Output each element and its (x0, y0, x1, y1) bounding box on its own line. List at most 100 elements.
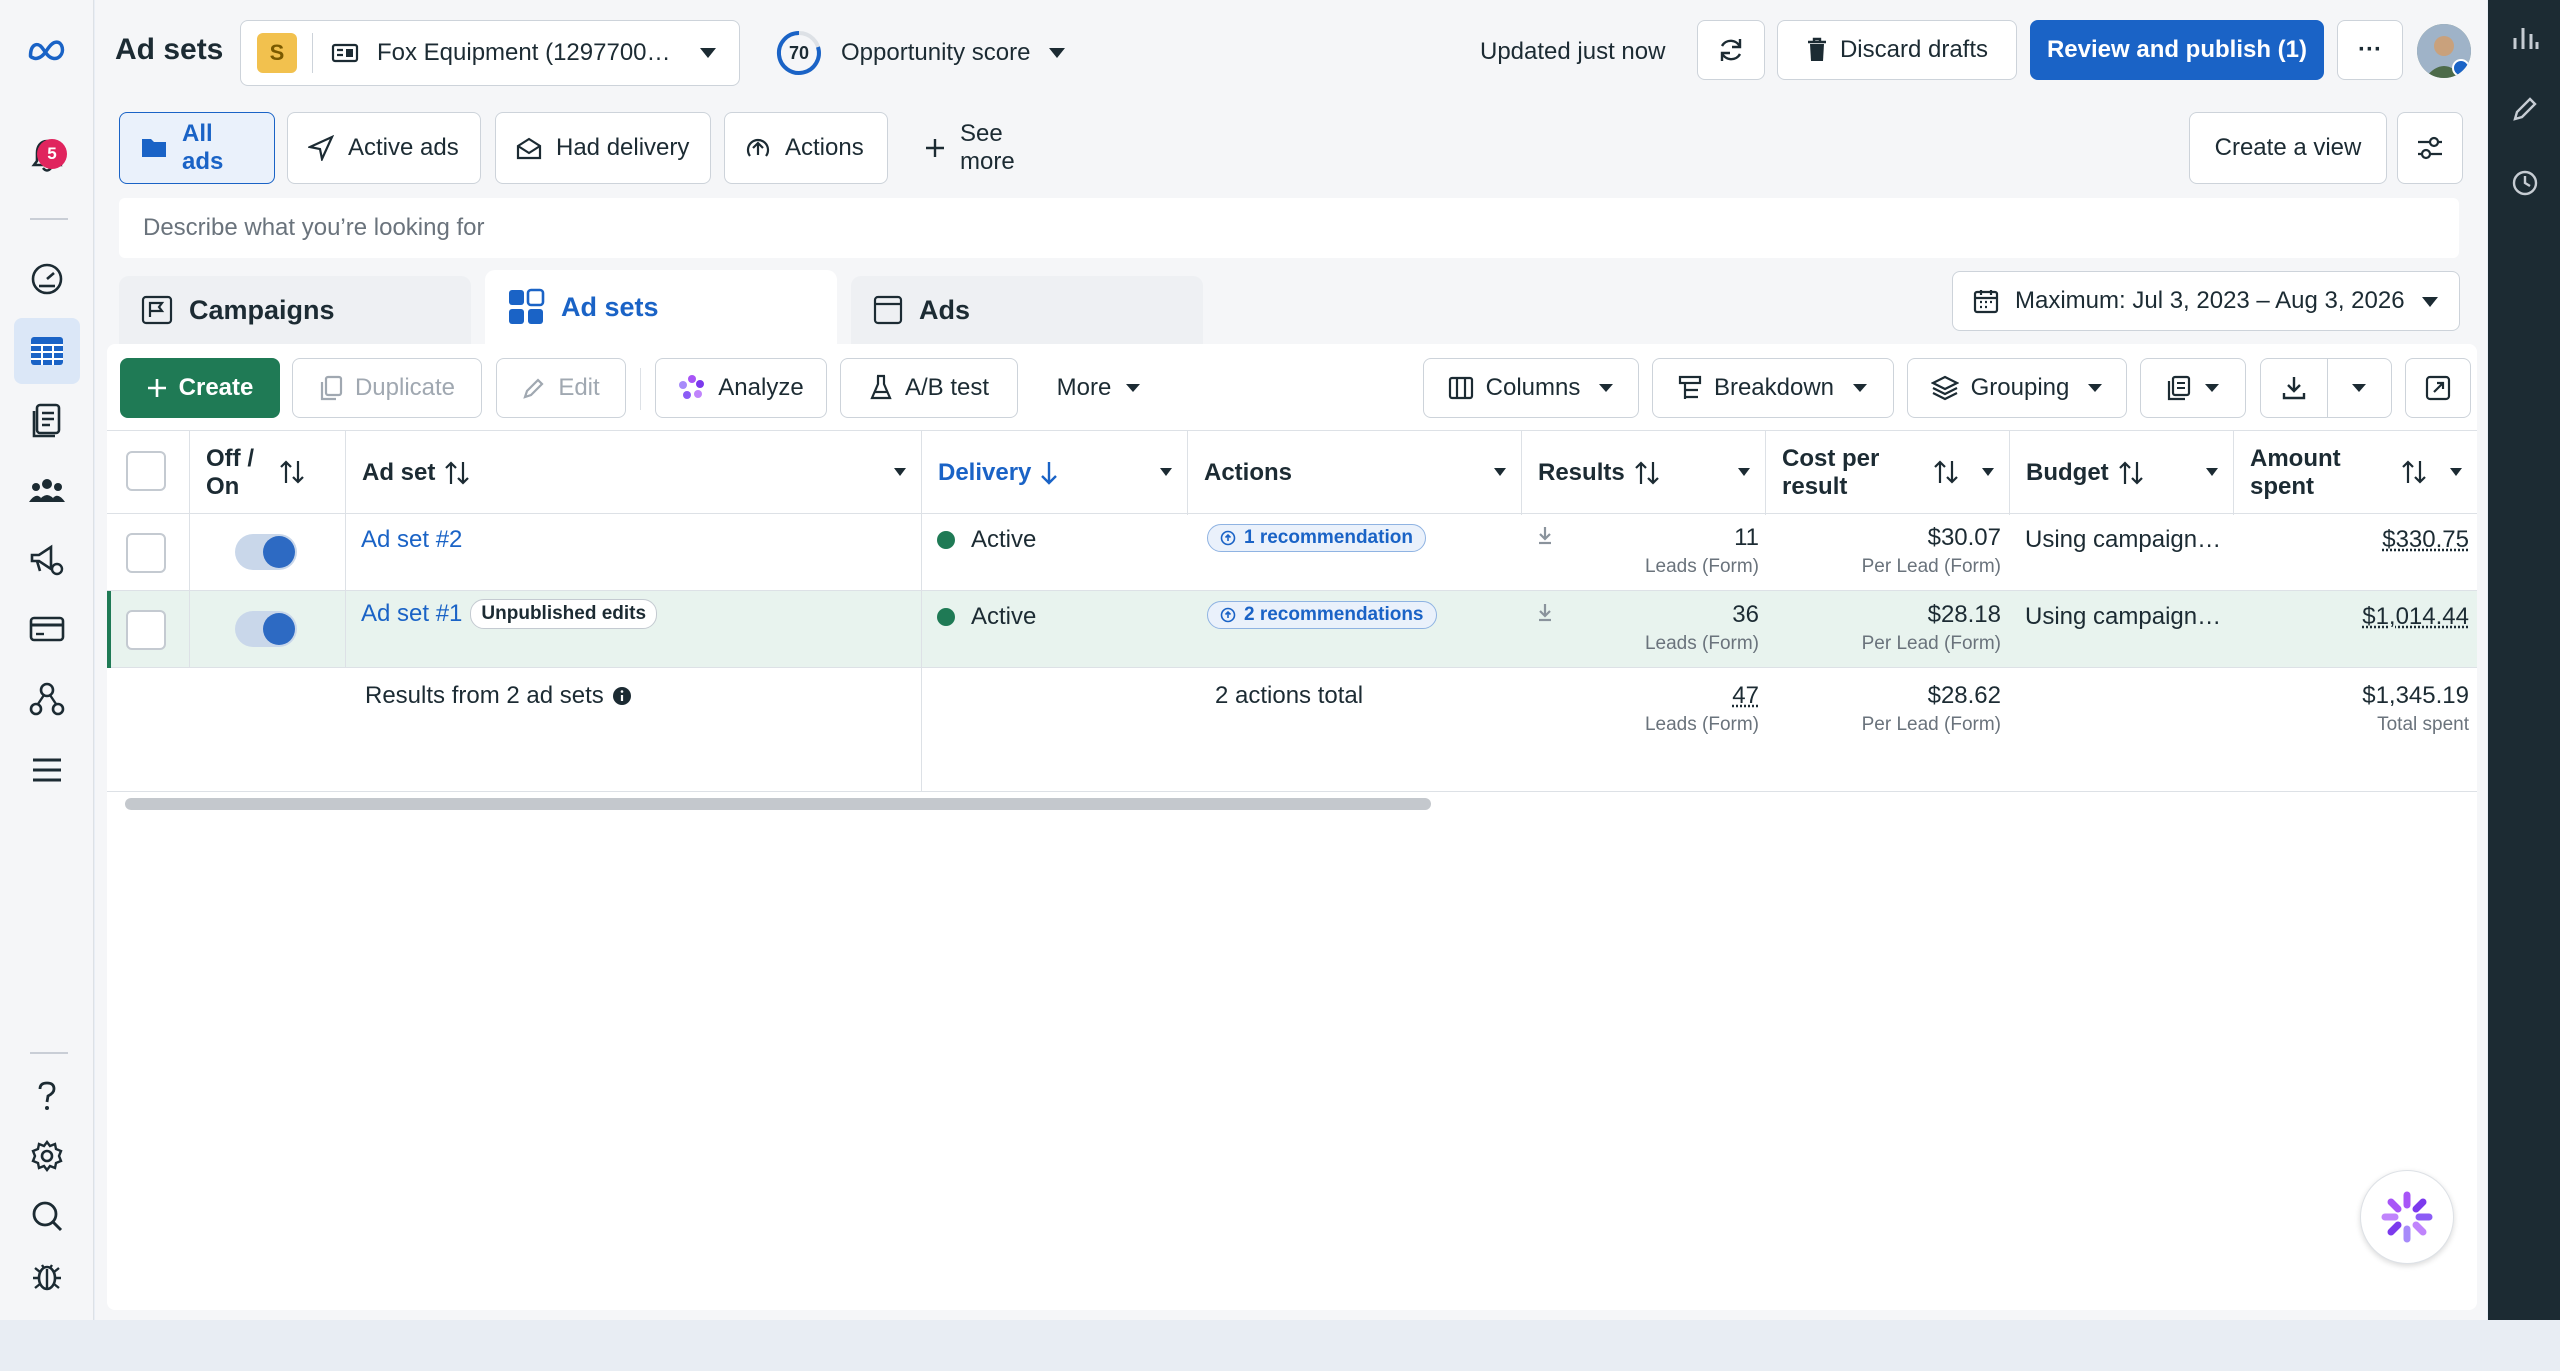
ad-account-selector[interactable]: S Fox Equipment (1297700… (240, 20, 740, 86)
table-row[interactable]: Ad set #1 Unpublished edits Active 2 rec… (107, 591, 2477, 668)
totals-row: Results from 2 ad sets 2 actions total 4… (107, 668, 2477, 792)
meta-logo-icon[interactable] (27, 30, 67, 70)
tab-ads[interactable]: Ads (851, 276, 1203, 344)
budget-value[interactable]: Using campaign… (2025, 526, 2221, 554)
header-amount-spent[interactable]: Amount spent (2233, 431, 2477, 515)
more-options-button[interactable]: ··· (2337, 20, 2403, 80)
recommendation-label: 2 recommendations (1244, 604, 1424, 625)
duplicate-button[interactable]: Duplicate (292, 358, 482, 418)
breakdown-dropdown[interactable]: Breakdown (1652, 358, 1894, 418)
open-in-new-button[interactable] (2405, 358, 2471, 418)
amount-spent-value[interactable]: $1,014.44 (2247, 603, 2469, 631)
create-label: Create (178, 374, 254, 401)
amount-spent-value[interactable]: $330.75 (2247, 526, 2469, 554)
bug-report-icon[interactable] (27, 1256, 67, 1296)
ai-search-input[interactable]: Describe what you’re looking for (119, 198, 2459, 258)
filter-had-delivery[interactable]: Had delivery (495, 112, 711, 184)
left-navigation: 5 (0, 0, 94, 1320)
tab-ad-sets[interactable]: Ad sets (485, 270, 837, 344)
lead-download-icon[interactable] (1537, 603, 1553, 623)
columns-dropdown[interactable]: Columns (1423, 358, 1639, 418)
reports-dropdown[interactable] (2140, 358, 2246, 418)
more-dropdown[interactable]: More (1032, 358, 1166, 418)
notifications-bell-icon[interactable]: 5 (27, 136, 67, 176)
billing-card-icon[interactable] (27, 609, 67, 649)
view-settings-button[interactable] (2397, 112, 2463, 184)
recommendation-pill[interactable]: 1 recommendation (1207, 524, 1426, 552)
ad-set-toggle[interactable] (235, 534, 297, 570)
tab-campaigns[interactable]: Campaigns (119, 276, 471, 344)
ab-test-button[interactable]: A/B test (840, 358, 1018, 418)
ad-set-toggle[interactable] (235, 611, 297, 647)
help-question-icon[interactable] (27, 1076, 67, 1116)
row-checkbox[interactable] (126, 533, 166, 573)
ad-set-link[interactable]: Ad set #2 (361, 526, 462, 553)
horizontal-scrollbar[interactable] (125, 798, 1431, 810)
analyze-button[interactable]: Analyze (655, 358, 827, 418)
lead-download-icon[interactable] (1537, 526, 1553, 546)
filter-active-ads[interactable]: Active ads (287, 112, 481, 184)
download-icon[interactable] (2261, 375, 2327, 401)
row-checkbox[interactable] (126, 610, 166, 650)
menu-hamburger-icon[interactable] (27, 750, 67, 790)
results-value: 11 Leads (Form) (1577, 524, 1759, 578)
table-row[interactable]: Ad set #2 Active 1 recommendation 11 Lea… (107, 514, 2477, 591)
opportunity-score-selector[interactable]: 70 Opportunity score (775, 26, 1066, 80)
account-avatar: S (257, 33, 297, 73)
header-delivery[interactable]: Delivery (921, 431, 1187, 515)
review-and-publish-button[interactable]: Review and publish (1) (2030, 20, 2324, 80)
totals-spent-number: $1,345.19 (2362, 682, 2469, 709)
header-budget[interactable]: Budget (2009, 431, 2233, 515)
create-view-button[interactable]: Create a view (2189, 112, 2387, 184)
ai-assistant-button[interactable] (2360, 1170, 2454, 1264)
search-icon[interactable] (27, 1196, 67, 1236)
ads-manager-table-icon[interactable] (14, 318, 80, 384)
reports-document-icon[interactable] (27, 401, 67, 441)
cost-per-result-value: $28.18 Per Lead (Form) (1787, 601, 2001, 655)
campaign-megaphone-icon[interactable] (27, 540, 67, 580)
user-avatar[interactable] (2417, 24, 2471, 78)
budget-value[interactable]: Using campaign… (2025, 603, 2221, 631)
discard-drafts-button[interactable]: Discard drafts (1777, 20, 2017, 80)
columns-label: Columns (1485, 374, 1581, 401)
refresh-button[interactable] (1697, 20, 1765, 80)
see-more-button[interactable]: See more (903, 112, 1073, 184)
date-range-picker[interactable]: Maximum: Jul 3, 2023 – Aug 3, 2026 (1952, 271, 2460, 331)
grouping-dropdown[interactable]: Grouping (1907, 358, 2127, 418)
chart-bars-icon[interactable] (2510, 22, 2540, 52)
chevron-down-icon[interactable] (2328, 383, 2392, 393)
info-icon[interactable] (612, 686, 632, 706)
filter-had-delivery-label: Had delivery (556, 134, 690, 161)
chevron-down-icon (1737, 467, 1751, 477)
audiences-people-icon[interactable] (27, 470, 67, 510)
chevron-down-icon (2204, 383, 2220, 393)
nav-divider (30, 218, 68, 220)
create-button[interactable]: Create (120, 358, 280, 418)
header-amount-line2: spent (2250, 473, 2315, 500)
actions-cell[interactable]: 1 recommendation (1207, 524, 1426, 553)
settings-gear-icon[interactable] (27, 1136, 67, 1176)
header-off-on[interactable]: Off / On (189, 431, 345, 515)
tab-ads-label: Ads (919, 294, 971, 325)
edit-button[interactable]: Edit (496, 358, 626, 418)
filter-actions[interactable]: Actions (724, 112, 888, 184)
dashboard-gauge-icon[interactable] (27, 259, 67, 299)
actions-cell[interactable]: 2 recommendations (1207, 601, 1437, 630)
recommendation-pill[interactable]: 2 recommendations (1207, 601, 1437, 629)
edit-pencil-icon[interactable] (2510, 94, 2540, 124)
header-cost-per-result[interactable]: Cost per result (1765, 431, 2009, 515)
header-ad-set[interactable]: Ad set (345, 431, 921, 515)
header-actions[interactable]: Actions (1187, 431, 1521, 515)
filter-all-ads[interactable]: All ads (119, 112, 275, 184)
campaign-flag-icon (141, 295, 173, 325)
analyze-label: Analyze (718, 374, 804, 401)
business-hub-icon[interactable] (27, 679, 67, 719)
history-clock-icon[interactable] (2510, 168, 2540, 198)
plus-icon (924, 137, 946, 159)
header-delivery-label: Delivery (938, 459, 1032, 486)
ad-set-link[interactable]: Ad set #1 (361, 600, 462, 628)
header-results[interactable]: Results (1521, 431, 1765, 515)
ad-set-name[interactable]: Ad set #1 Unpublished edits (361, 599, 658, 629)
select-all-checkbox[interactable] (126, 451, 166, 491)
ad-set-name[interactable]: Ad set #2 (361, 526, 462, 554)
